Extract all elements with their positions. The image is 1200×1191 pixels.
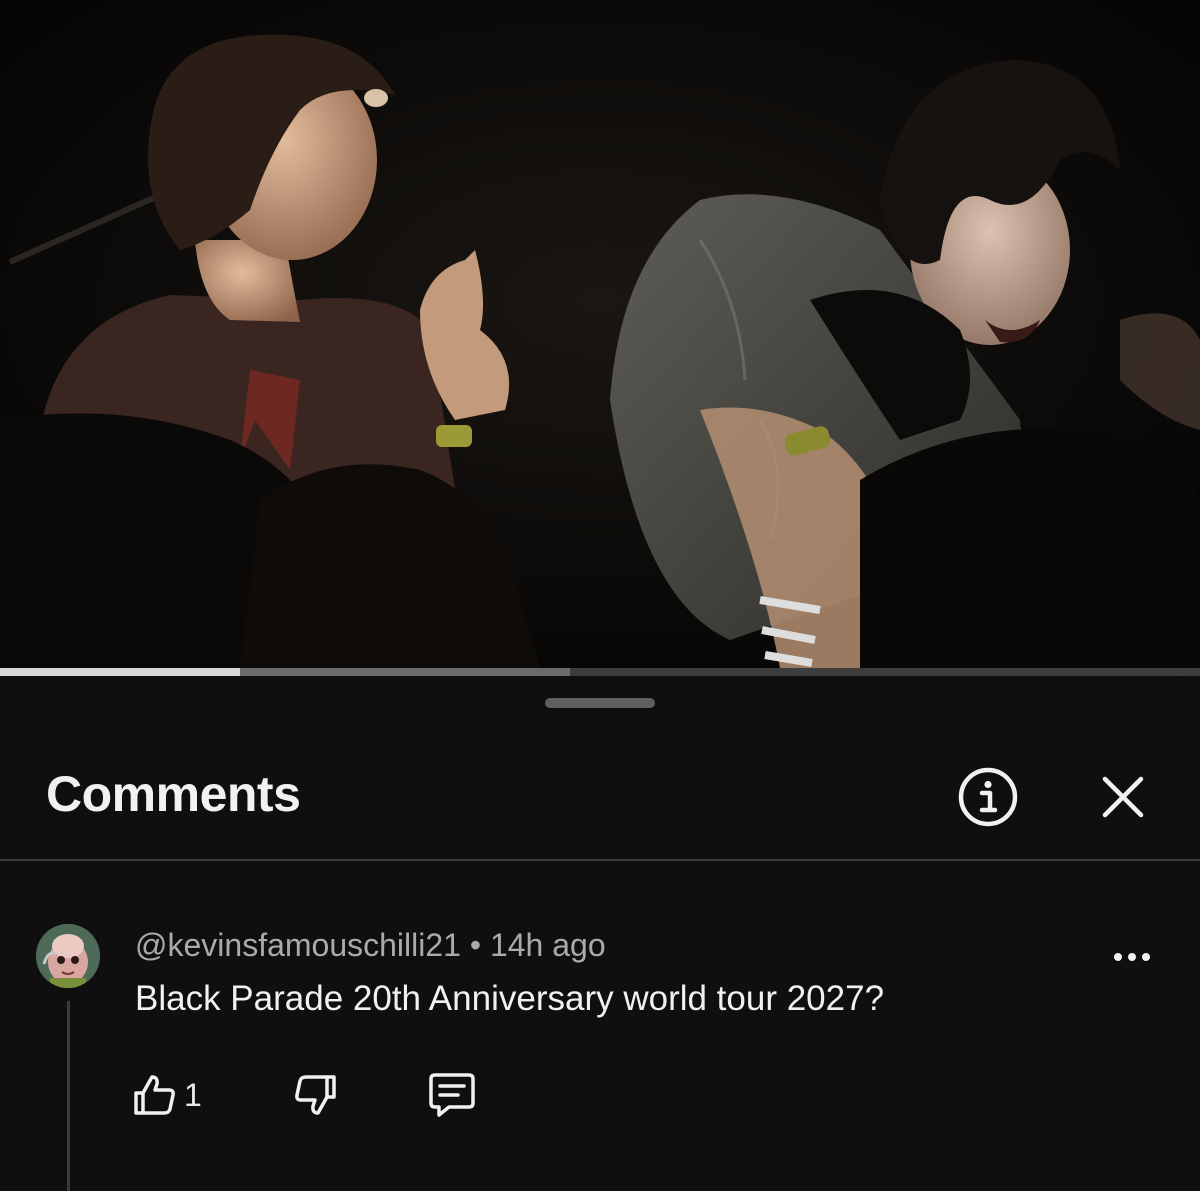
- comment-text: Black Parade 20th Anniversary world tour…: [135, 979, 885, 1018]
- thumb-down-icon: [295, 1075, 336, 1115]
- progress-played: [0, 668, 240, 676]
- avatar[interactable]: [36, 924, 100, 988]
- comment-timestamp: 14h ago: [489, 927, 606, 963]
- close-icon: [1102, 776, 1144, 818]
- like-button[interactable]: 1: [130, 1067, 202, 1123]
- thumb-up-icon: [134, 1075, 175, 1115]
- more-horizontal-icon: [1114, 953, 1150, 961]
- video-progress-bar[interactable]: [0, 668, 1200, 676]
- video-player[interactable]: [0, 0, 1200, 668]
- comment-actions: 1: [130, 1067, 530, 1123]
- reply-thread-line: [67, 1001, 70, 1191]
- meta-separator: •: [469, 927, 482, 963]
- avatar-image: [36, 924, 100, 988]
- comments-title: Comments: [46, 766, 301, 822]
- comments-sheet: Comments @kevinsfamouschilli21 • 14h ago…: [0, 676, 1200, 1191]
- close-button[interactable]: [1090, 764, 1156, 830]
- comment-more-button[interactable]: [1105, 941, 1159, 973]
- dislike-button[interactable]: [288, 1067, 344, 1123]
- reply-comment-icon: [429, 1073, 475, 1117]
- like-count: 1: [184, 1076, 202, 1113]
- sheet-drag-handle[interactable]: [545, 698, 655, 708]
- info-button[interactable]: [955, 764, 1021, 830]
- video-frame: [0, 0, 1200, 668]
- info-circle-icon: [958, 767, 1018, 827]
- comment-meta: @kevinsfamouschilli21 • 14h ago: [135, 925, 606, 965]
- reply-button[interactable]: [424, 1067, 480, 1123]
- comment-item: @kevinsfamouschilli21 • 14h ago Black Pa…: [0, 861, 1200, 1191]
- comment-author[interactable]: @kevinsfamouschilli21: [135, 927, 461, 963]
